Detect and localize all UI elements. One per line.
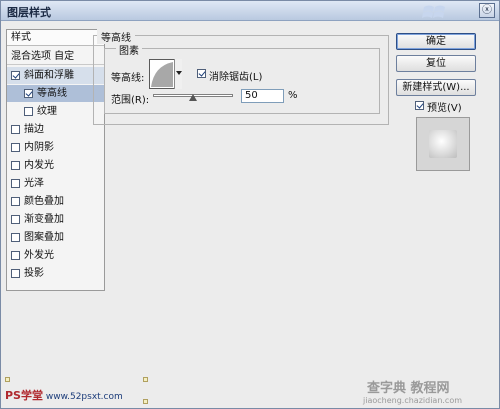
style-item-checkbox[interactable]	[11, 179, 20, 188]
style-item-checkbox[interactable]	[11, 161, 20, 170]
range-label: 范围(R):	[111, 95, 150, 106]
style-item-label: 投影	[24, 268, 44, 279]
style-item-label: 外发光	[24, 250, 54, 261]
style-item-label: 颜色叠加	[24, 196, 64, 207]
style-item-label: 等高线	[37, 88, 67, 99]
ps-watermark-site: www.52psxt.com	[45, 392, 123, 402]
style-item-label: 光泽	[24, 178, 44, 189]
new-style-button[interactable]: 新建样式(W)...	[396, 79, 476, 96]
style-item-label: 内发光	[24, 160, 54, 171]
preview-swatch	[429, 130, 457, 158]
contour-curve-icon	[151, 62, 173, 87]
elements-group-title: 图素	[116, 42, 142, 57]
title-bar[interactable]: 图层样式 ⓧ	[1, 1, 499, 21]
windows-logo-icon	[422, 5, 445, 18]
style-item[interactable]: 外发光	[7, 247, 104, 264]
style-item-checkbox[interactable]	[11, 143, 20, 152]
close-button[interactable]: ⓧ	[479, 3, 495, 18]
preview-label: 预览(V)	[427, 103, 462, 114]
style-item-checkbox[interactable]	[11, 125, 20, 134]
anti-alias-checkbox[interactable]	[197, 69, 206, 78]
style-item[interactable]: 渐变叠加	[7, 211, 104, 228]
reset-button[interactable]: 复位	[396, 55, 476, 72]
style-item-checkbox[interactable]	[11, 197, 20, 206]
contour-label: 等高线:	[111, 73, 145, 84]
styles-header[interactable]: 样式	[7, 30, 104, 46]
style-item[interactable]: 纹理	[7, 103, 104, 120]
site-watermark: 查字典 教程网	[367, 381, 450, 396]
style-item[interactable]: 内阴影	[7, 139, 104, 156]
style-item[interactable]: 等高线	[7, 85, 104, 102]
corner-marker	[143, 399, 148, 404]
style-item[interactable]: 描边	[7, 121, 104, 138]
style-item-checkbox[interactable]	[11, 251, 20, 260]
style-item[interactable]: 图案叠加	[7, 229, 104, 246]
window-title: 图层样式	[7, 6, 51, 19]
style-item-label: 渐变叠加	[24, 214, 64, 225]
style-item[interactable]: 颜色叠加	[7, 193, 104, 210]
preview-checkbox[interactable]	[415, 101, 424, 110]
style-item-checkbox[interactable]	[11, 215, 20, 224]
ps-watermark-brand: PS学堂	[5, 389, 43, 402]
style-item[interactable]: 投影	[7, 265, 104, 282]
corner-marker	[143, 377, 148, 382]
style-item[interactable]: 斜面和浮雕	[7, 67, 104, 84]
ok-button[interactable]: 确定	[396, 33, 476, 50]
ps-watermark: PS学堂 www.52psxt.com	[5, 387, 123, 403]
style-item-checkbox[interactable]	[24, 107, 33, 116]
range-slider-thumb[interactable]	[189, 94, 197, 101]
corner-marker	[5, 377, 10, 382]
anti-alias-label: 消除锯齿(L)	[209, 72, 263, 83]
style-item-checkbox[interactable]	[11, 233, 20, 242]
style-item-label: 图案叠加	[24, 232, 64, 243]
style-item-checkbox[interactable]	[11, 269, 20, 278]
style-item-label: 描边	[24, 124, 44, 135]
style-item-label: 斜面和浮雕	[24, 70, 74, 81]
layer-style-dialog: 图层样式 ⓧ 样式 混合选项 自定 斜面和浮雕等高线纹理描边内阴影内发光光泽颜色…	[0, 0, 500, 409]
style-item-label: 纹理	[37, 106, 57, 117]
contour-dropdown-arrow[interactable]	[174, 59, 182, 89]
range-input[interactable]: 50	[241, 89, 284, 103]
range-unit: %	[288, 90, 298, 101]
style-item-checkbox[interactable]	[24, 89, 33, 98]
style-item[interactable]: 内发光	[7, 157, 104, 174]
style-item-label: 内阴影	[24, 142, 54, 153]
style-preview-thumbnail	[416, 117, 470, 171]
style-item-checkbox[interactable]	[11, 71, 20, 80]
style-item[interactable]: 光泽	[7, 175, 104, 192]
styles-panel: 样式 混合选项 自定 斜面和浮雕等高线纹理描边内阴影内发光光泽颜色叠加渐变叠加图…	[6, 29, 105, 291]
blending-options-item[interactable]: 混合选项 自定	[7, 48, 104, 65]
site-watermark-url: jiaocheng.chazidian.com	[363, 396, 463, 405]
